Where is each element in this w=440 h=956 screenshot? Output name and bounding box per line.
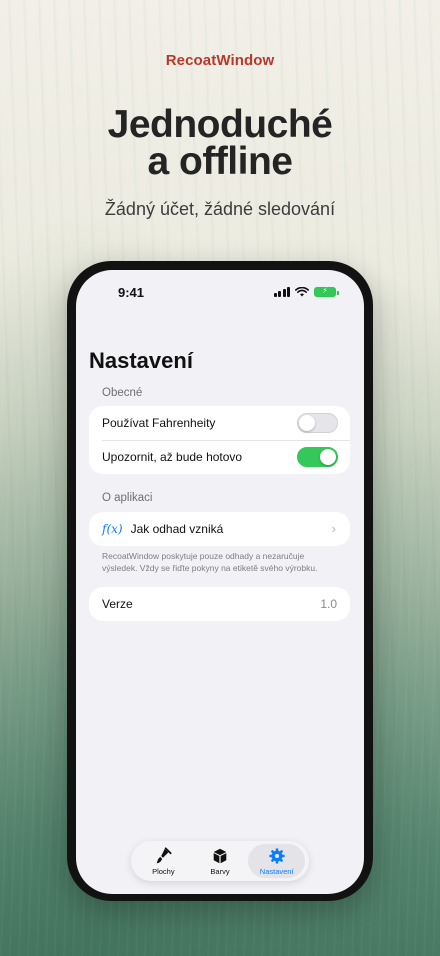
headline-line-2: a offline: [147, 140, 293, 183]
disclaimer-note: RecoatWindow poskytuje pouze odhady a ne…: [102, 551, 318, 573]
status-time: 9:41: [118, 285, 145, 300]
estimate-label: Jak odhad vzniká: [130, 522, 224, 536]
brand-name: RecoatWindow: [165, 52, 275, 69]
chevron-right-icon: ›: [331, 521, 336, 536]
version-value: 1.0: [320, 597, 337, 611]
tab-barvy-label: Barvy: [210, 866, 230, 876]
cube-icon: [213, 848, 227, 863]
tab-plochy[interactable]: Plochy: [135, 844, 192, 878]
section-header-general: Obecné: [102, 387, 143, 399]
headline-line-1: Jednoduché: [107, 103, 333, 146]
estimate-row[interactable]: f(x) Jak odhad vzniká ›: [89, 512, 350, 546]
signal-icon: [273, 287, 290, 297]
tab-bar: Plochy Barvy Nastavení: [131, 841, 309, 881]
brush-icon: [157, 846, 172, 863]
tab-nastaveni[interactable]: Nastavení: [248, 844, 306, 878]
section-header-about: O aplikaci: [102, 492, 153, 504]
status-bar: 9:41 ⚡: [76, 284, 364, 302]
general-group: Používat Fahrenheity Upozornit, až bude …: [89, 406, 350, 474]
tab-nastaveni-label: Nastavení: [259, 866, 294, 876]
headline: Jednoduché a offline: [0, 103, 440, 183]
fahrenheit-toggle[interactable]: [297, 413, 338, 433]
version-label: Verze: [102, 597, 133, 611]
tab-plochy-label: Plochy: [152, 866, 175, 876]
page-title: Nastavení: [89, 348, 193, 373]
notify-label: Upozornit, až bude hotovo: [102, 450, 243, 464]
gear-icon: [269, 847, 285, 864]
function-icon: f(x): [102, 522, 123, 536]
wifi-icon: [295, 287, 309, 297]
phone-screen: 9:41 ⚡ Nastavení Obecné Používat Fahrenh…: [76, 270, 364, 894]
version-row: Verze 1.0: [89, 587, 350, 621]
tab-barvy[interactable]: Barvy: [192, 844, 249, 878]
battery-charging-icon: ⚡: [314, 286, 339, 297]
about-group: f(x) Jak odhad vzniká ›: [89, 512, 350, 546]
notify-toggle[interactable]: [297, 447, 338, 467]
status-icons: ⚡: [273, 286, 339, 297]
fahrenheit-label: Používat Fahrenheity: [102, 416, 216, 430]
version-group: Verze 1.0: [89, 587, 350, 621]
notify-row: Upozornit, až bude hotovo: [89, 440, 350, 474]
fahrenheit-row: Používat Fahrenheity: [89, 406, 350, 440]
subline: Žádný účet, žádné sledování: [104, 199, 336, 219]
